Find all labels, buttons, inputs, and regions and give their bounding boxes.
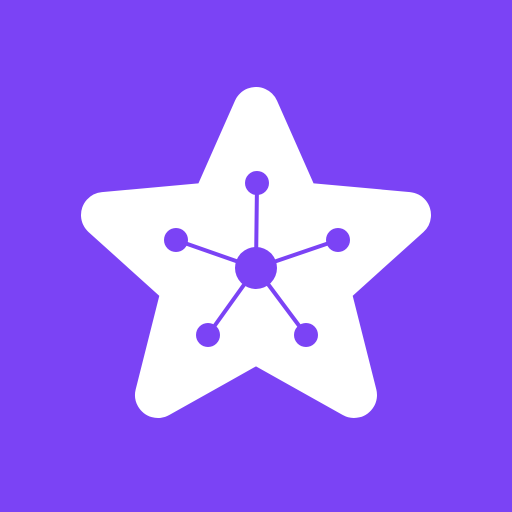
network-node: [245, 171, 269, 195]
app-icon: [0, 0, 512, 512]
network-center-node: [235, 247, 277, 289]
network-node: [164, 228, 188, 252]
star-network-icon: [0, 0, 512, 512]
network-node: [326, 228, 350, 252]
network-node: [294, 323, 318, 347]
network-node: [196, 323, 220, 347]
